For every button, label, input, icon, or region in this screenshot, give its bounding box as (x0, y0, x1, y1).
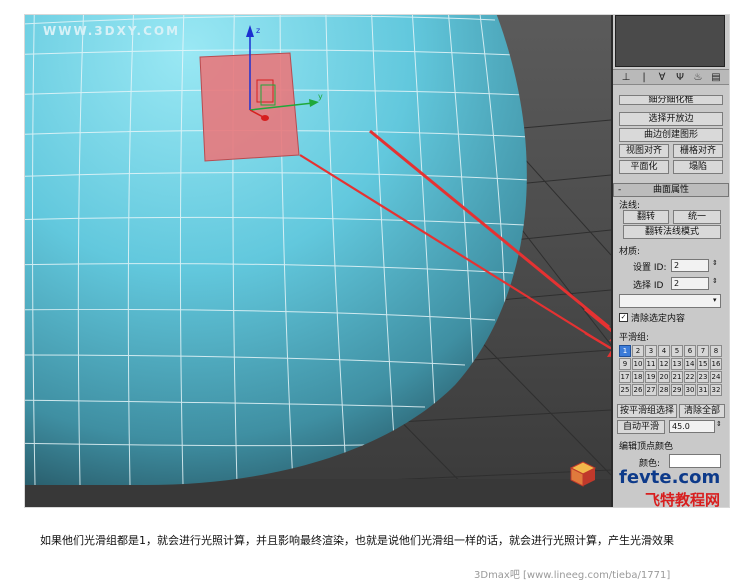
clear-selection-label: 清除选定内容 (631, 314, 686, 324)
collapse-button[interactable]: 塌陷 (673, 160, 723, 174)
caption-text: 如果他们光滑组都是1，就会进行光照计算，并且影响最终渲染，也就是说他们光滑组一样… (40, 534, 674, 547)
smoothing-group-7-button[interactable]: 7 (697, 345, 709, 357)
logo-line1: fevte.com (619, 467, 721, 488)
auto-smooth-threshold-field[interactable]: 45.0 (669, 420, 715, 433)
funnel-icon[interactable]: ∀ (655, 72, 669, 83)
smoothing-group-21-button[interactable]: 21 (671, 371, 683, 383)
smoothing-group-23-button[interactable]: 23 (697, 371, 709, 383)
fork-icon[interactable]: Ψ (673, 72, 687, 83)
panel-icon-bar: ⊥ | ∀ Ψ ♨ ▤ (613, 69, 729, 85)
smoothing-group-29-button[interactable]: 29 (671, 384, 683, 396)
smoothing-group-28-button[interactable]: 28 (658, 384, 670, 396)
surface-properties-title: 曲面属性 (652, 185, 689, 195)
logo-box-icon (567, 459, 597, 487)
viewport-canvas: z y (25, 15, 611, 507)
smoothing-group-25-button[interactable]: 25 (619, 384, 631, 396)
set-id-label: 设置 ID: (633, 263, 667, 273)
smoothing-group-14-button[interactable]: 14 (684, 358, 696, 370)
grid-align-button[interactable]: 栅格对齐 (673, 144, 723, 158)
clear-selection-checkbox[interactable]: ✓ (619, 313, 628, 322)
rollout-minus-icon: - (618, 185, 622, 195)
unify-button[interactable]: 统一 (673, 210, 721, 224)
smoothing-group-26-button[interactable]: 26 (632, 384, 644, 396)
material-label: 材质: (619, 247, 641, 257)
smoothing-group-12-button[interactable]: 12 (658, 358, 670, 370)
smoothing-group-3-button[interactable]: 3 (645, 345, 657, 357)
auto-smooth-spinner-icon[interactable]: ⇕ (716, 420, 722, 428)
planarize-button[interactable]: 平面化 (619, 160, 669, 174)
smoothing-group-6-button[interactable]: 6 (684, 345, 696, 357)
set-id-field[interactable]: 2 (671, 259, 709, 272)
vertex-colors-title: 编辑顶点颜色 (619, 442, 674, 452)
pin-icon[interactable]: ⊥ (619, 72, 633, 83)
smoothing-groups-label: 平滑组: (619, 333, 650, 343)
smoothing-group-22-button[interactable]: 22 (684, 371, 696, 383)
surface-properties-rollout[interactable]: - 曲面属性 (613, 183, 729, 197)
3d-viewport[interactable]: z y WWW.3DXY.COM (25, 15, 611, 507)
select-id-field[interactable]: 2 (671, 277, 709, 290)
clear-all-button[interactable]: 清除全部 (679, 404, 725, 418)
gizmo-y-label: y (318, 92, 323, 101)
smoothing-group-18-button[interactable]: 18 (632, 371, 644, 383)
caption-paragraph: 如果他们光滑组都是1，就会进行光照计算，并且影响最终渲染，也就是说他们光滑组一样… (8, 530, 746, 551)
command-panel: ⊥ | ∀ Ψ ♨ ▤ 細分細化框 选择开放边 曲边创建图形 视图对齐 栅格对齐… (611, 15, 729, 507)
graph-icon[interactable]: ▤ (709, 72, 723, 83)
smoothing-group-24-button[interactable]: 24 (710, 371, 722, 383)
screenshot-frame: z y WWW.3DXY.COM ⊥ | ∀ Ψ ♨ ▤ 細分細化框 选择开放边… (24, 14, 730, 508)
smoothing-group-10-button[interactable]: 10 (632, 358, 644, 370)
material-dropdown[interactable] (619, 294, 721, 308)
smoothing-group-1-button[interactable]: 1 (619, 345, 631, 357)
vertex-color-swatch[interactable] (669, 454, 721, 468)
smoothing-group-20-button[interactable]: 20 (658, 371, 670, 383)
flag-icon[interactable]: ♨ (691, 72, 705, 83)
logo-line2: 飞特教程网 (645, 491, 721, 508)
view-align-button[interactable]: 视图对齐 (619, 144, 669, 158)
smoothing-group-4-button[interactable]: 4 (658, 345, 670, 357)
select-open-edges-button[interactable]: 选择开放边 (619, 112, 723, 126)
set-id-spinner-icon[interactable]: ⇕ (712, 259, 718, 267)
gizmo-z-label: z (256, 26, 260, 35)
smoothing-group-31-button[interactable]: 31 (697, 384, 709, 396)
flip-normal-mode-button[interactable]: 翻转法线模式 (623, 225, 721, 239)
smoothing-group-11-button[interactable]: 11 (645, 358, 657, 370)
smoothing-group-30-button[interactable]: 30 (684, 384, 696, 396)
dropdown-arrow-icon[interactable]: ▾ (713, 296, 717, 304)
smoothing-group-17-button[interactable]: 17 (619, 371, 631, 383)
smoothing-group-19-button[interactable]: 19 (645, 371, 657, 383)
flip-button[interactable]: 翻转 (623, 210, 669, 224)
select-id-label: 选择 ID (633, 281, 664, 291)
watermark-text: WWW.3DXY.COM (43, 24, 181, 38)
auto-smooth-button[interactable]: 自动平滑 (617, 420, 665, 434)
smoothing-group-27-button[interactable]: 27 (645, 384, 657, 396)
smoothing-group-15-button[interactable]: 15 (697, 358, 709, 370)
smoothing-group-8-button[interactable]: 8 (710, 345, 722, 357)
credit-line: 3Dmax吧 [www.lineeg.com/tieba/1771] (474, 570, 671, 581)
cut-off-button[interactable]: 細分細化框 (619, 95, 723, 105)
select-id-spinner-icon[interactable]: ⇕ (712, 277, 718, 285)
smoothing-group-16-button[interactable]: 16 (710, 358, 722, 370)
smoothing-group-32-button[interactable]: 32 (710, 384, 722, 396)
smoothing-group-13-button[interactable]: 13 (671, 358, 683, 370)
pipe-icon[interactable]: | (637, 72, 651, 83)
create-shape-button[interactable]: 曲边创建图形 (619, 128, 723, 142)
select-by-sg-button[interactable]: 按平滑组选择 (617, 404, 677, 418)
panel-preview (615, 15, 725, 67)
smoothing-group-9-button[interactable]: 9 (619, 358, 631, 370)
smoothing-group-2-button[interactable]: 2 (632, 345, 644, 357)
smoothing-group-5-button[interactable]: 5 (671, 345, 683, 357)
